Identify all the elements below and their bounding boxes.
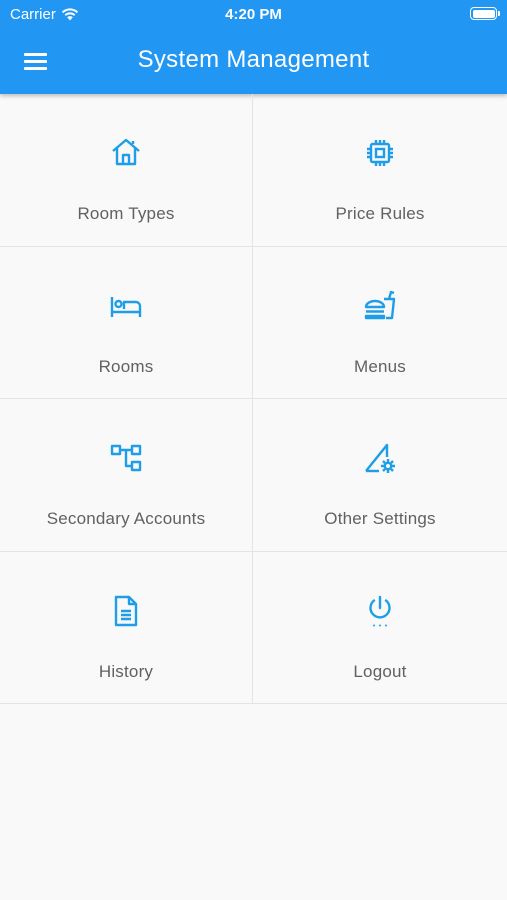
tile-label: History [98,661,154,681]
tile-label: Price Rules [335,204,425,223]
settings-ruler-icon [365,443,395,473]
tile-label: Logout [353,661,407,681]
tile-other-settings[interactable]: Other Settings [253,399,507,552]
tile-label: Room Types [77,204,175,223]
tile-label: Menus [353,356,407,376]
tile-price-rules[interactable]: Price Rules [253,94,507,247]
document-icon [114,595,138,626]
status-bar: Carrier 4:20 PM [0,0,507,28]
bed-icon [110,296,142,317]
house-icon [112,138,140,166]
tile-history[interactable]: History [0,551,253,704]
tile-logout[interactable]: Logout [253,552,507,704]
battery-icon [470,7,500,20]
app-bar: Carrier 4:20 PM System Management [0,0,507,94]
account-tree-icon [110,444,142,472]
fastfood-icon [364,290,396,319]
tile-secondary-accounts[interactable]: Secondary Accounts [0,399,253,552]
tile-menus[interactable]: Menus [253,247,507,399]
tile-label: Other Settings [324,509,436,528]
chip-icon [367,140,393,166]
tile-rooms[interactable]: Rooms [0,246,253,399]
tile-room-types[interactable]: Room Types [0,94,253,247]
page-title: System Management [137,46,370,73]
status-time: 4:20 PM [225,6,282,23]
tile-label: Rooms [98,356,154,376]
power-icon [369,595,391,626]
tile-label: Secondary Accounts [46,509,206,528]
settings-grid: Room Types Price Rules Rooms Menus Secon… [0,94,507,704]
